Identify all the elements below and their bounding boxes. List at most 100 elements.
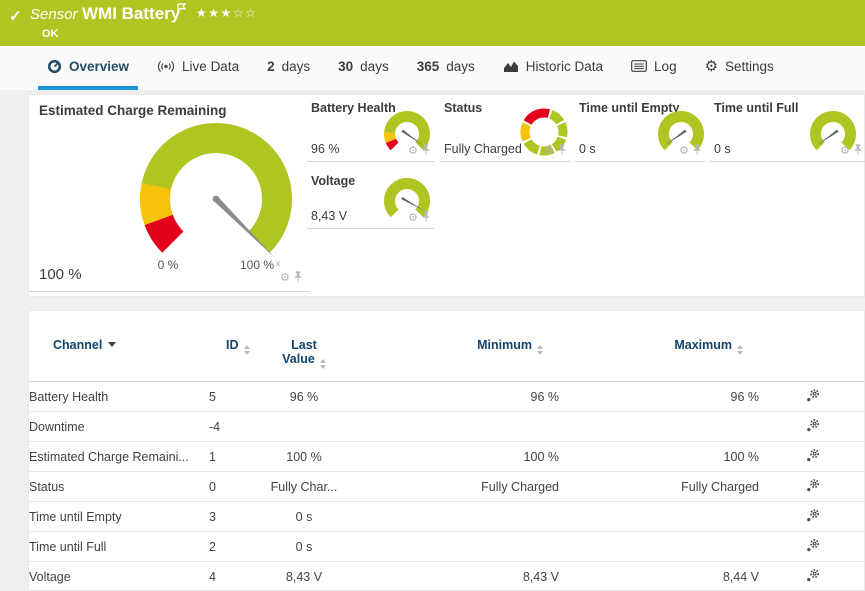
gauge-title: Voltage <box>311 174 355 188</box>
tab-bar: Overview Live Data 2 days 30 days 365 da… <box>0 46 865 90</box>
table-row[interactable]: Downtime -4 <box>29 412 865 442</box>
gauge-tile-battery-health: Battery Health 96 % ⚙ <box>307 95 434 162</box>
table-row[interactable]: Time until Empty 3 0 s <box>29 502 865 532</box>
table-row[interactable]: Time until Full 2 0 s <box>29 532 865 562</box>
channel-minimum <box>349 502 559 532</box>
sort-icon <box>244 345 250 355</box>
gauge-tile-status: Status Fully Charged ⚙ <box>440 95 570 162</box>
log-icon <box>631 60 647 72</box>
live-icon <box>157 60 175 73</box>
gear-icon[interactable]: ⚙ <box>408 146 418 157</box>
status-ok-check-icon: ✓ <box>9 7 22 25</box>
pin-icon[interactable] <box>421 209 431 227</box>
tab-live-data[interactable]: Live Data <box>148 46 248 90</box>
column-header-maximum[interactable]: Maximum <box>559 311 759 382</box>
channel-id: 0 <box>209 472 259 502</box>
gauge-value: 0 s <box>579 142 596 156</box>
channel-last-value: 8,43 V <box>259 562 349 591</box>
tab-settings[interactable]: ⚙ Settings <box>696 46 783 90</box>
channel-id: 4 <box>209 562 259 591</box>
gauges-panel: Estimated Charge Remaining x 0 % 100 % 1… <box>28 94 865 297</box>
channel-settings-icon[interactable] <box>806 509 820 525</box>
channel-last-value: Fully Char... <box>259 472 349 502</box>
channel-id: 1 <box>209 442 259 472</box>
pin-icon[interactable] <box>557 142 567 160</box>
gear-icon[interactable]: ⚙ <box>408 213 418 224</box>
channel-last-value: 96 % <box>259 382 349 412</box>
tab-label: Settings <box>725 59 774 74</box>
tab-2-days[interactable]: 2 days <box>258 46 319 90</box>
chart-icon <box>503 60 519 73</box>
gauge-title: Status <box>444 101 482 115</box>
gauge-tile-time-until-full: Time until Full 0 s ⚙ <box>710 95 865 162</box>
pin-icon[interactable] <box>421 142 431 160</box>
gear-icon[interactable]: ⚙ <box>280 273 290 284</box>
channel-settings-icon[interactable] <box>806 419 820 435</box>
gauge-min-label: 0 % <box>145 258 191 272</box>
tab-label: Log <box>654 59 677 74</box>
channel-id: -4 <box>209 412 259 442</box>
sensor-title: WMI Battery <box>82 4 180 24</box>
tab-30-days[interactable]: 30 days <box>329 46 398 90</box>
channel-table-panel: Channel ID Last Value Minimum Maximum Ba… <box>28 310 865 591</box>
tab-number: 2 <box>267 59 275 74</box>
tab-label: Overview <box>69 59 129 74</box>
tab-overview[interactable]: Overview <box>38 46 138 90</box>
column-header-minimum[interactable]: Minimum <box>349 311 559 382</box>
pin-icon[interactable] <box>293 269 303 287</box>
column-header-last-value[interactable]: Last Value <box>259 311 349 382</box>
column-header-id[interactable]: ID <box>209 311 259 382</box>
table-row[interactable]: Status 0 Fully Char... Fully Charged Ful… <box>29 472 865 502</box>
gear-icon[interactable]: ⚙ <box>544 146 554 157</box>
gear-icon[interactable]: ⚙ <box>679 146 689 157</box>
channel-last-value: 100 % <box>259 442 349 472</box>
gauge-max-label: 100 % <box>229 258 285 272</box>
table-row[interactable]: Voltage 4 8,43 V 8,43 V 8,44 V <box>29 562 865 591</box>
column-header-actions <box>759 311 865 382</box>
channel-maximum: Fully Charged <box>559 472 759 502</box>
channel-minimum: Fully Charged <box>349 472 559 502</box>
gear-icon[interactable]: ⚙ <box>840 146 850 157</box>
channel-id: 3 <box>209 502 259 532</box>
column-header-channel[interactable]: Channel <box>29 311 209 382</box>
tab-label: days <box>446 59 475 74</box>
channel-settings-icon[interactable] <box>806 569 820 585</box>
channel-maximum <box>559 532 759 562</box>
tab-historic-data[interactable]: Historic Data <box>494 46 612 90</box>
gauge-title: Time until Full <box>714 101 799 115</box>
channel-settings-icon[interactable] <box>806 479 820 495</box>
channel-name: Voltage <box>29 562 209 591</box>
pin-icon[interactable] <box>853 142 863 160</box>
channel-maximum: 8,44 V <box>559 562 759 591</box>
channel-settings-icon[interactable] <box>806 389 820 405</box>
tab-log[interactable]: Log <box>622 46 686 90</box>
channel-maximum <box>559 412 759 442</box>
priority-stars[interactable]: ★★★☆☆ <box>196 6 257 20</box>
channel-settings-icon[interactable] <box>806 539 820 555</box>
channel-id: 2 <box>209 532 259 562</box>
pin-icon[interactable] <box>692 142 702 160</box>
channel-settings-icon[interactable] <box>806 449 820 465</box>
tab-365-days[interactable]: 365 days <box>408 46 484 90</box>
gauge-value: 96 % <box>311 142 340 156</box>
channel-minimum <box>349 532 559 562</box>
table-row[interactable]: Battery Health 5 96 % 96 % 96 % <box>29 382 865 412</box>
gauge-value: 8,43 V <box>311 209 347 223</box>
channel-minimum: 8,43 V <box>349 562 559 591</box>
sort-desc-icon <box>108 342 116 347</box>
channel-maximum: 100 % <box>559 442 759 472</box>
gauge-value: Fully Charged <box>444 142 522 156</box>
channel-maximum <box>559 502 759 532</box>
channel-name: Time until Empty <box>29 502 209 532</box>
sensor-status-text: OK <box>42 28 59 40</box>
channel-name: Battery Health <box>29 382 209 412</box>
tab-label: Live Data <box>182 59 239 74</box>
sensor-header: ✓ Sensor WMI Battery ★★★☆☆ OK <box>0 0 865 46</box>
tab-label: days <box>360 59 389 74</box>
gauge-tile-estimated-charge: Estimated Charge Remaining x 0 % 100 % 1… <box>29 95 310 292</box>
priority-flag-icon[interactable] <box>176 3 187 21</box>
gauge-tile-time-until-empty: Time until Empty 0 s ⚙ <box>575 95 705 162</box>
table-row[interactable]: Estimated Charge Remaini... 1 100 % 100 … <box>29 442 865 472</box>
estimated-charge-gauge: x <box>121 111 311 281</box>
channel-minimum: 96 % <box>349 382 559 412</box>
